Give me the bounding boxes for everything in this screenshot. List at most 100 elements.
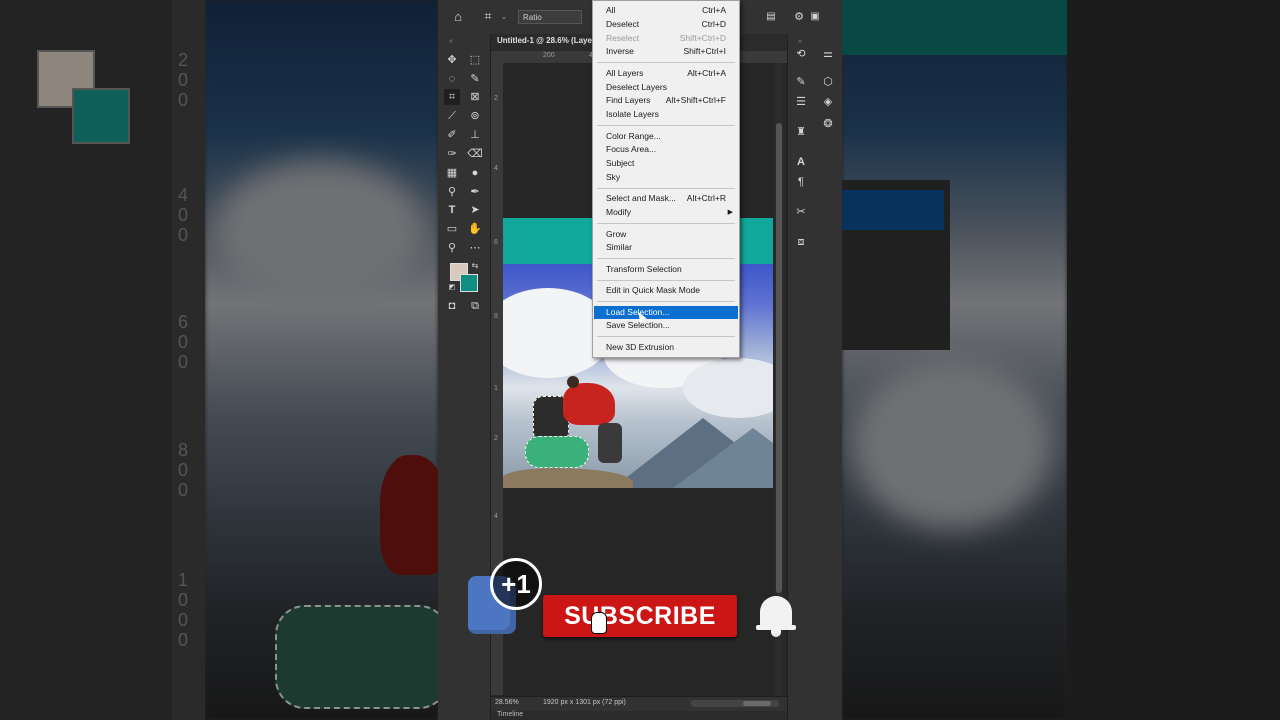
pen-tool-icon[interactable]: ✒ [467, 184, 483, 200]
mountain [673, 428, 773, 488]
menu-item[interactable]: Edit in Quick Mask Mode [594, 284, 738, 297]
menu-item[interactable]: Similar [594, 241, 738, 254]
hiker-legs [598, 423, 622, 463]
clone-source-icon[interactable]: ⧈ [793, 234, 809, 250]
menu-item[interactable]: Color Range... [594, 130, 738, 143]
background-color-swatch[interactable] [460, 274, 478, 292]
zoom-level[interactable]: 28.56% [495, 699, 519, 706]
chevron-down-icon[interactable]: ⌄ [496, 9, 512, 25]
zoom-tool-icon[interactable]: ⚲ [444, 240, 460, 256]
menu-separator [597, 279, 735, 281]
collapse-arrows-icon[interactable]: « [443, 34, 459, 50]
sleeping-mat-selection [525, 436, 589, 468]
rectangle-tool-icon[interactable]: ▭ [444, 221, 460, 237]
ruler-number: 8 0 0 [178, 440, 189, 500]
document-dimensions: 1920 px x 1301 px (72 ppi) [543, 699, 626, 706]
settings-gear-icon[interactable]: ⚙ [791, 9, 807, 25]
menu-item-label: Select and Mask... [606, 193, 676, 204]
adjustments-sliders-icon[interactable]: ☰ [793, 94, 809, 110]
menu-item[interactable]: Deselect Ctrl+D [594, 18, 738, 31]
blur-tool-icon[interactable]: ● [467, 165, 483, 181]
menu-item[interactable]: New 3D Extrusion [594, 341, 738, 354]
brush-tool-icon[interactable]: ✐ [444, 127, 460, 143]
menu-item-shortcut: Shift+Ctrl+D [679, 32, 726, 43]
like-count: +1 [490, 558, 542, 610]
background-left-blur: 2 0 0 4 0 0 6 0 0 8 0 0 1 0 0 0 [0, 0, 438, 720]
menu-item[interactable]: Save Selection... [594, 319, 738, 332]
menu-item[interactable]: Inverse Shift+Ctrl+I [594, 45, 738, 58]
menu-item[interactable]: Grow [594, 228, 738, 241]
menu-item-label: Similar [606, 242, 632, 253]
quick-selection-tool-icon[interactable]: ✎ [467, 71, 483, 87]
background-dark-strip [1067, 0, 1280, 720]
gradient-tool-icon[interactable]: ▦ [444, 165, 460, 181]
menu-item[interactable]: Deselect Layers [594, 81, 738, 94]
background-cloud [852, 360, 1052, 530]
vertical-scrollbar-thumb[interactable] [776, 123, 782, 593]
background-teal-banner [842, 0, 1067, 55]
screen-mode-icon[interactable]: ⧉ [467, 298, 483, 314]
frame-tool-icon[interactable]: ⊠ [467, 89, 483, 105]
brush-settings-icon[interactable]: ✎ [793, 74, 809, 90]
ruler-number: 4 0 0 [178, 185, 189, 245]
menu-separator [597, 125, 735, 126]
default-colors-icon[interactable]: ◩ [444, 280, 460, 296]
eraser-tool-icon[interactable]: ⌫ [467, 146, 483, 162]
menu-item[interactable]: Find Layers Alt+Shift+Ctrl+F [594, 94, 738, 107]
crop-tool-icon[interactable]: ⌗ [444, 89, 460, 105]
type-tool-icon[interactable]: T [444, 202, 460, 218]
move-tool-icon[interactable]: ✥ [444, 52, 460, 68]
timeline-panel-tab[interactable]: Timeline [491, 711, 787, 720]
tool-presets-icon[interactable]: ✂ [793, 204, 809, 220]
hand-tool-icon[interactable]: ✋ [467, 221, 483, 237]
menu-item[interactable]: Isolate Layers [594, 108, 738, 121]
menu-item[interactable]: Load Selection... [594, 305, 738, 319]
swap-colors-icon[interactable]: ⇆ [467, 258, 483, 274]
quick-mask-icon[interactable]: ◘ [444, 298, 460, 314]
bell-clapper [771, 630, 781, 637]
menu-item-label: Edit in Quick Mask Mode [606, 285, 701, 296]
spot-healing-tool-icon[interactable]: ⊚ [467, 108, 483, 124]
menu-separator [597, 301, 735, 302]
character-style-icon[interactable]: ♜ [793, 124, 809, 140]
background-panel-highlight [842, 190, 944, 230]
dodge-tool-icon[interactable]: ⚲ [444, 184, 460, 200]
ratio-select[interactable]: Ratio [518, 10, 582, 24]
path-selection-tool-icon[interactable]: ➤ [467, 202, 483, 218]
menu-item[interactable]: Focus Area... [594, 143, 738, 156]
menu-item: Reselect Shift+Ctrl+D [594, 32, 738, 45]
menu-item[interactable]: Select and Mask... Alt+Ctrl+R [594, 192, 738, 205]
layers-icon[interactable]: ◈ [820, 94, 836, 110]
channels-icon[interactable]: ❂ [820, 116, 836, 132]
straighten-icon[interactable]: ▤ [763, 9, 779, 25]
horizontal-scrollbar-thumb[interactable] [743, 701, 771, 706]
home-icon[interactable]: ⌂ [450, 9, 466, 25]
document-tab-title: Untitled-1 @ 28.6% (Laye [497, 36, 592, 45]
menu-item[interactable]: Sky [594, 171, 738, 184]
menu-item[interactable]: Transform Selection [594, 263, 738, 276]
menu-item[interactable]: All Ctrl+A [594, 4, 738, 17]
subscribe-button[interactable]: SUBSCRIBE [543, 595, 737, 637]
more-tools-icon[interactable]: ⋯ [467, 240, 483, 256]
delete-cropped-icon[interactable]: ▣ [807, 9, 823, 25]
history-brush-tool-icon[interactable]: ✑ [444, 146, 460, 162]
marquee-tool-icon[interactable]: ⬚ [467, 52, 483, 68]
3d-cube-icon[interactable]: ⬡ [820, 74, 836, 90]
menu-item[interactable]: Modify ▶ [594, 206, 738, 219]
like-button[interactable]: +1 [466, 558, 548, 638]
menu-item-label: All [606, 5, 616, 15]
properties-icon[interactable]: ⚌ [820, 46, 836, 62]
character-icon[interactable]: A [793, 154, 809, 170]
menu-item[interactable]: Subject [594, 157, 738, 170]
horizontal-scrollbar[interactable] [691, 700, 779, 707]
menu-separator [597, 62, 735, 64]
menu-item-label: Color Range... [606, 130, 661, 141]
eyedropper-tool-icon[interactable]: ⟋ [444, 108, 460, 124]
clone-stamp-tool-icon[interactable]: ⊥ [467, 127, 483, 143]
notification-bell-icon[interactable] [756, 592, 796, 638]
paragraph-icon[interactable]: ¶ [793, 174, 809, 190]
history-icon[interactable]: ⟲ [793, 46, 809, 62]
menu-item[interactable]: All Layers Alt+Ctrl+A [594, 67, 738, 80]
lasso-tool-icon[interactable]: ◌ [444, 71, 460, 87]
crop-tool-icon[interactable]: ⌗ [480, 8, 496, 24]
